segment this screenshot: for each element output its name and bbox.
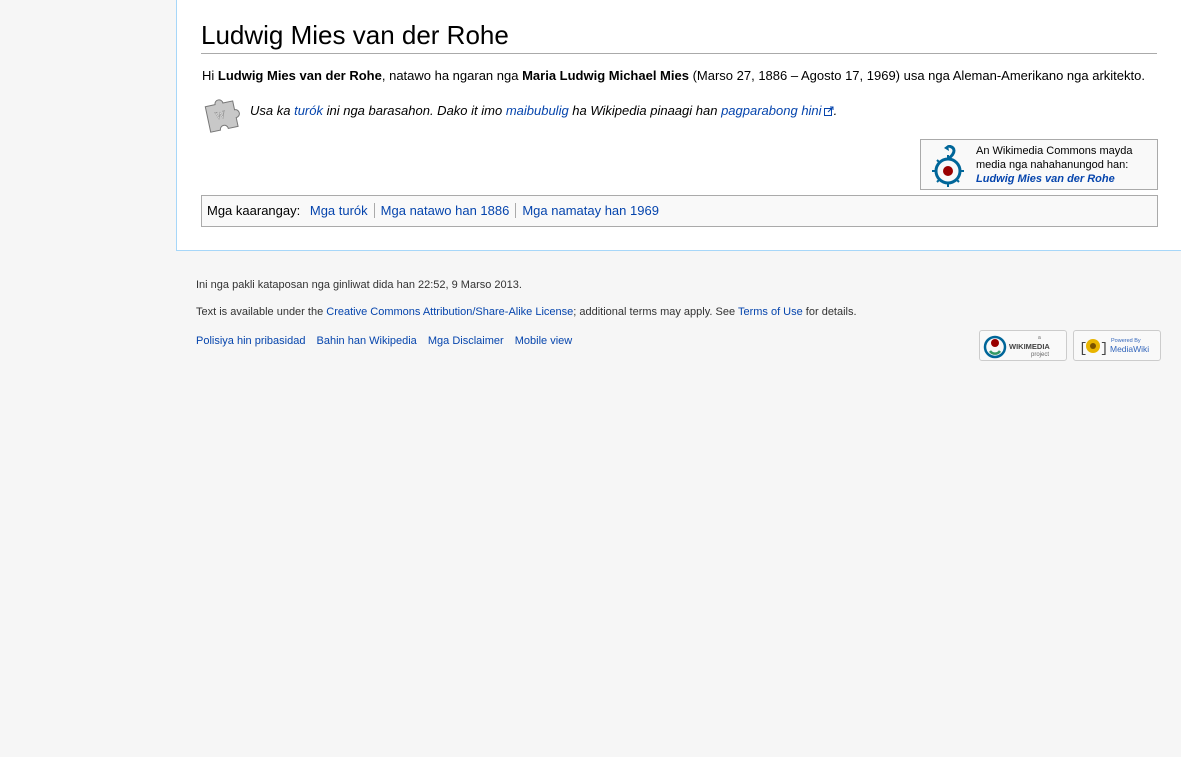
wikimedia-commons-icon [932,145,964,187]
stub-text-2: ini nga barasahon. Dako it imo [322,103,506,118]
stub-text-1: Usa ka [250,103,295,118]
stub-link-turok[interactable]: turók [294,103,323,118]
license-text-2: ; additional terms may apply. See [573,306,738,318]
commons-line-2: media nga nahahanungod han: [976,159,1129,171]
license-text: Text is available under the Creative Com… [196,306,857,318]
wikimedia-logo-icon: a WIKIMEDIA project [983,335,1050,359]
lead-name-bold: Ludwig Mies van der Rohe [217,68,382,83]
footer-link-disclaimers[interactable]: Mga Disclaimer [428,335,504,347]
last-modified: Ini nga pakli kataposan nga ginliwat did… [196,279,522,291]
category-links: Mga kaarangay: Mga turók Mga natawo han 1… [201,195,1158,227]
cc-license-link[interactable]: Creative Commons Attribution/Share-Alike… [326,306,573,318]
stub-link-maibubulig[interactable]: maibubulig [506,103,569,118]
wikimedia-project-badge[interactable]: a WIKIMEDIA project [979,330,1067,361]
content-area: Ludwig Mies van der Rohe Hi Ludwig Mies … [176,0,1181,251]
svg-text:[: [ [1079,341,1087,357]
powered-by-mediawiki-badge[interactable]: [ ] Powered By MediaWiki [1073,330,1161,361]
footer-places: Polisiya hin pribasidad Bahin han Wikipe… [196,335,580,347]
external-link-icon [823,106,834,116]
stub-link-edit[interactable]: pagparabong hini [721,103,834,118]
license-text-3: for details. [802,306,857,318]
commons-box: An Wikimedia Commons mayda media nga nah… [920,139,1158,190]
footer-link-privacy[interactable]: Polisiya hin pribasidad [196,335,305,347]
categories-label: Mga kaarangay: [207,203,301,218]
mediawiki-logo-icon: [ ] Powered By MediaWiki [1079,338,1149,357]
wikimedia-badge-label: WIKIMEDIA [1009,342,1050,351]
wikimedia-badge-small: a [1038,335,1041,341]
stub-text-4: . [833,103,838,118]
license-text-1: Text is available under the [196,306,327,318]
lead-paragraph: Hi Ludwig Mies van der Rohe, natawo ha n… [202,66,1162,85]
page-title: Ludwig Mies van der Rohe [201,18,1157,54]
lead-birthname-bold: Maria Ludwig Michael Mies [522,68,689,83]
svg-text:]: ] [1100,341,1108,357]
wikimedia-badge-sub: project [1031,352,1049,358]
puzzle-icon: W [204,99,240,133]
mediawiki-badge-label: MediaWiki [1110,344,1149,354]
lead-text-3: (Marso 27, 1886 – Agosto 17, 1969) usa n… [688,68,1145,83]
stub-text: Usa ka turók ini nga barasahon. Dako it … [250,103,837,118]
lead-text-2: , natawo ha ngaran nga [381,68,523,83]
terms-of-use-link[interactable]: Terms of Use [738,306,803,318]
category-link-born-1886[interactable]: Mga natawo han 1886 [373,203,516,218]
category-link-died-1969[interactable]: Mga namatay han 1969 [515,203,665,218]
footer-link-about[interactable]: Bahin han Wikipedia [317,335,417,347]
commons-link[interactable]: Ludwig Mies van der Rohe [976,173,1115,185]
stub-text-3: ha Wikipedia pinaagi han [568,103,722,118]
stub-notice: W Usa ka turók ini nga barasahon. Dako i… [201,93,901,133]
footer-link-mobile-view[interactable]: Mobile view [515,335,572,347]
stub-link-edit-label: pagparabong hini [721,103,822,118]
commons-text: An Wikimedia Commons mayda media nga nah… [976,144,1156,186]
category-link-stubs[interactable]: Mga turók [304,203,374,218]
commons-line-1: An Wikimedia Commons mayda [976,145,1133,157]
lead-text-1: Hi [202,68,218,83]
